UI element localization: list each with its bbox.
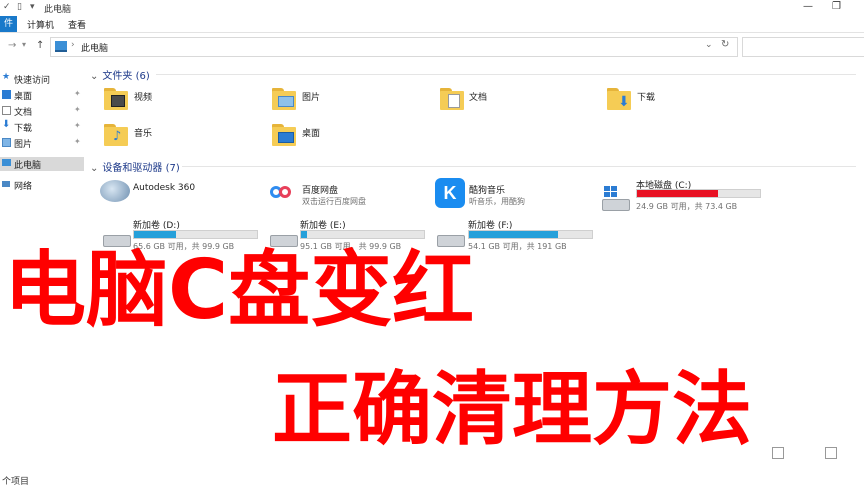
baidu-netdisk-icon[interactable]: [270, 182, 292, 204]
details-view-icon[interactable]: [772, 447, 784, 459]
app-label[interactable]: Autodesk 360: [133, 183, 195, 193]
overlay-title-line1: 电脑C盘变红: [4, 243, 475, 338]
app-label[interactable]: 酷狗音乐: [469, 183, 505, 196]
computer-icon: [55, 41, 67, 52]
address-bar[interactable]: › 此电脑 ⌄ ↻: [50, 37, 738, 57]
drive-usage-fill: [134, 231, 176, 238]
pin-icon[interactable]: ✦: [74, 121, 81, 130]
section-divider: [182, 166, 856, 167]
hard-drive-icon[interactable]: [602, 199, 630, 211]
downloads-folder-icon[interactable]: ⬇: [607, 88, 631, 110]
music-folder-icon[interactable]: ♪: [104, 124, 128, 146]
nav-quick-access[interactable]: ★ 快速访问: [0, 72, 84, 86]
minimize-button[interactable]: —: [803, 1, 813, 12]
folder-label[interactable]: 下载: [637, 90, 655, 103]
overlay-title-line2: 正确清理方法: [272, 363, 752, 456]
drive-usage-bar: [468, 230, 593, 239]
folder-label[interactable]: 文档: [469, 90, 487, 103]
folder-label[interactable]: 图片: [302, 90, 320, 103]
app-label[interactable]: 百度网盘: [302, 183, 338, 196]
nav-item-desktop[interactable]: 桌面 ✦: [0, 88, 84, 102]
drive-free-space: 54.1 GB 可用，共 191 GB: [468, 242, 567, 251]
network-icon: [2, 181, 10, 187]
pin-icon[interactable]: ✦: [74, 89, 81, 98]
drive-usage-fill: [469, 231, 558, 238]
history-dropdown-icon[interactable]: ⌄: [705, 40, 713, 50]
pin-icon[interactable]: ✦: [74, 105, 81, 114]
download-arrow-icon: ⬇: [2, 119, 11, 130]
folder-label[interactable]: 视频: [134, 90, 152, 103]
video-folder-icon[interactable]: [104, 88, 128, 110]
tab-file[interactable]: 件: [0, 16, 17, 32]
kugou-music-icon[interactable]: K: [435, 178, 465, 208]
tab-computer[interactable]: 计算机: [27, 18, 54, 31]
desktop-icon: [2, 90, 11, 99]
folder-label[interactable]: 桌面: [302, 126, 320, 139]
breadcrumb-chevron-icon[interactable]: ›: [71, 40, 75, 50]
section-folders[interactable]: ⌄ 文件夹 (6): [90, 67, 150, 82]
chevron-down-icon: ⌄: [90, 71, 99, 82]
chevron-down-icon: ⌄: [90, 163, 99, 174]
tab-view[interactable]: 查看: [68, 18, 86, 31]
nav-network[interactable]: 网络: [0, 178, 84, 192]
nav-item-pictures[interactable]: 图片 ✦: [0, 136, 84, 150]
drive-usage-bar: [636, 189, 761, 198]
nav-this-pc[interactable]: 此电脑: [0, 157, 84, 171]
drive-usage-fill: [301, 231, 308, 238]
maximize-button[interactable]: ❐: [832, 1, 841, 12]
breadcrumb-this-pc[interactable]: 此电脑: [81, 41, 108, 54]
customize-quick-access-icon[interactable]: ▾: [30, 2, 35, 12]
desktop-folder-icon[interactable]: [272, 124, 296, 146]
section-divider: [156, 74, 856, 75]
properties-icon[interactable]: ✓: [3, 2, 11, 12]
nav-item-downloads[interactable]: ⬇ 下载 ✦: [0, 119, 84, 134]
star-icon: ★: [2, 72, 11, 82]
computer-icon: [2, 159, 11, 166]
refresh-icon[interactable]: ↻: [721, 39, 729, 50]
documents-folder-icon[interactable]: [440, 88, 464, 110]
search-input[interactable]: [742, 37, 864, 57]
drive-usage-bar: [133, 230, 258, 239]
pictures-icon: [2, 138, 11, 147]
new-folder-icon[interactable]: ▯: [17, 2, 22, 12]
pictures-folder-icon[interactable]: [272, 88, 296, 110]
autodesk-360-icon[interactable]: [100, 180, 130, 202]
section-devices[interactable]: ⌄ 设备和驱动器 (7): [90, 159, 180, 174]
drive-free-space: 24.9 GB 可用，共 73.4 GB: [636, 202, 738, 211]
app-description: 双击运行百度网盘: [302, 197, 366, 206]
ribbon: 件 计算机 查看: [0, 16, 864, 33]
windows-logo-icon: [604, 186, 618, 198]
large-icons-view-icon[interactable]: [825, 447, 837, 459]
recent-locations-icon[interactable]: ▾: [22, 40, 26, 49]
up-arrow-icon[interactable]: ↑: [36, 40, 44, 51]
window-title: 此电脑: [44, 5, 72, 15]
drive-usage-bar: [300, 230, 425, 239]
nav-item-documents[interactable]: 文档 ✦: [0, 104, 84, 118]
pin-icon[interactable]: ✦: [74, 137, 81, 146]
title-bar: ✓ ▯ ▾ 此电脑 — ❐: [0, 0, 864, 16]
drive-usage-fill: [637, 190, 719, 197]
app-description: 听音乐，用酷狗: [469, 197, 525, 206]
status-item-count: 个项目: [2, 477, 30, 487]
back-arrow-icon[interactable]: →: [8, 40, 16, 51]
documents-icon: [2, 106, 11, 115]
folder-label[interactable]: 音乐: [134, 126, 152, 139]
